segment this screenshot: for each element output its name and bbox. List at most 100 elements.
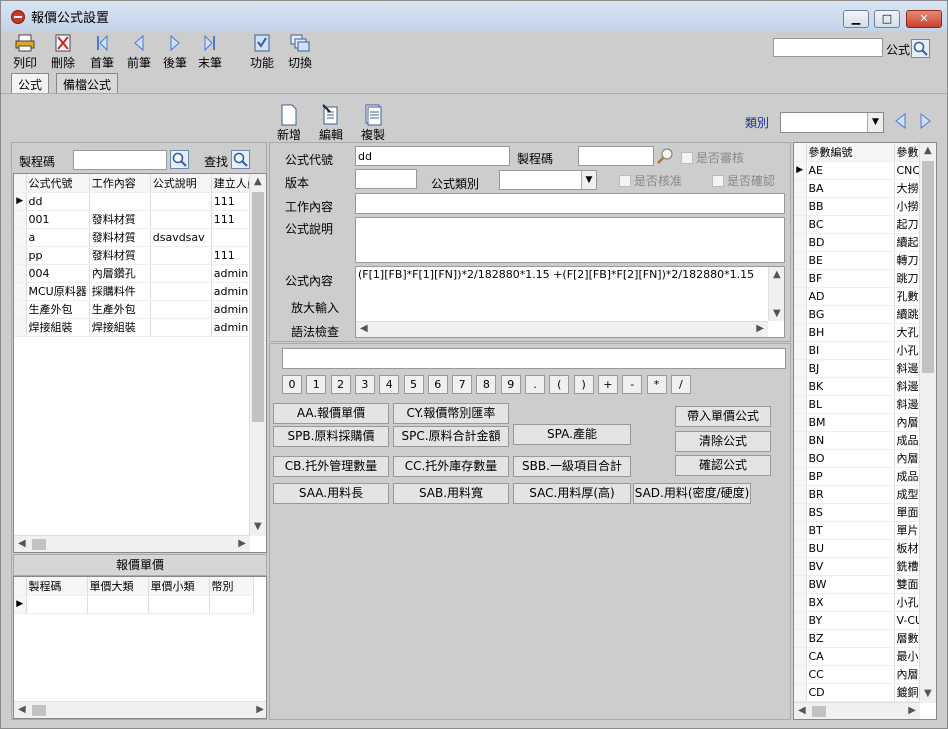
col-header-param-code[interactable]: 參數編號 [806,143,895,162]
table-cell[interactable]: BP [806,467,895,486]
table-cell[interactable]: BA [806,179,895,198]
table-row[interactable]: BD 續起 [794,233,931,252]
table-cell[interactable]: BV [806,557,895,576]
keypad-key[interactable]: 4 [379,375,400,394]
keypad-key[interactable]: 7 [452,375,473,394]
table-cell[interactable]: AE [806,161,895,180]
table-row[interactable]: BX 小孔 [794,593,931,612]
params-vscroll[interactable]: ▲ ▼ [919,143,936,703]
table-row[interactable]: BZ 層數 [794,629,931,648]
table-cell[interactable]: 內層鑽孔 [89,264,151,283]
process-lookup-icon[interactable] [656,147,676,165]
col-header-price-major[interactable]: 單價大類 [87,577,149,596]
table-cell[interactable]: CD [806,683,895,702]
syntax-check-link[interactable]: 語法檢查 [291,323,339,340]
cy-rate-button[interactable]: CY.報價幣別匯率 [393,403,509,424]
content-hscroll[interactable]: ◀ ▶ [356,321,768,337]
scroll-up-icon[interactable]: ▲ [773,269,781,280]
scroll-right-icon[interactable]: ▶ [256,704,264,715]
table-row[interactable]: 焊接組裝 焊接組裝 admin [14,318,261,337]
table-cell[interactable]: 發料材質 [89,210,151,229]
table-cell[interactable]: BY [806,611,895,630]
table-cell[interactable]: 焊接組裝 [89,318,151,337]
table-cell[interactable]: BD [806,233,895,252]
table-row[interactable]: BU 板材 [794,539,931,558]
edit-button[interactable]: 編輯 [319,104,343,143]
table-cell[interactable]: MCU原料器 [26,282,90,301]
scroll-down-icon[interactable]: ▼ [924,688,932,699]
scroll-right-icon[interactable]: ▶ [238,538,246,549]
first-record-button[interactable]: 首筆 [90,34,114,71]
table-cell[interactable]: BN [806,431,895,450]
spb-purchase-button[interactable]: SPB.原料採購價 [273,426,389,447]
keypad-key[interactable]: 3 [354,375,375,394]
content-vscroll[interactable]: ▲ ▼ [768,267,784,321]
table-row[interactable]: BR 成型 [794,485,931,504]
next-record-button[interactable]: 後筆 [163,34,187,71]
keypad-key[interactable]: . [525,375,545,394]
table-cell[interactable]: BT [806,521,895,540]
table-row[interactable]: BL 斜邊 [794,395,931,414]
table-cell[interactable]: BK [806,377,895,396]
cb-outsource-button[interactable]: CB.托外管理數量 [273,456,389,477]
next-category-icon[interactable] [917,112,933,130]
scroll-left-icon[interactable]: ◀ [360,323,368,334]
scroll-thumb[interactable] [32,539,46,550]
work-field[interactable] [355,193,785,214]
scroll-thumb[interactable] [812,706,826,717]
table-cell[interactable]: BZ [806,629,895,648]
table-row[interactable]: BG 續跳 [794,305,931,324]
table-cell[interactable] [89,192,151,211]
keypad-key[interactable]: 9 [500,375,521,394]
scroll-left-icon[interactable]: ◀ [18,538,26,549]
table-cell[interactable]: BG [806,305,895,324]
confirm-formula-button[interactable]: 確認公式 [675,455,771,476]
col-header-code[interactable]: 公式代號 [26,174,90,193]
table-row[interactable]: CC 內層 [794,665,931,684]
table-cell[interactable] [150,210,212,229]
col-header-currency[interactable]: 幣別 [209,577,254,596]
keypad-key[interactable]: 2 [330,375,351,394]
scroll-down-icon[interactable]: ▼ [254,521,262,532]
table-row[interactable]: BY V-CU [794,611,931,630]
table-row[interactable]: BP 成品 [794,467,931,486]
table-cell[interactable]: BU [806,539,895,558]
left-process-search-button[interactable] [170,150,189,169]
last-record-button[interactable]: 末筆 [198,34,222,71]
table-row[interactable]: BB 小撈 [794,197,931,216]
scroll-right-icon[interactable]: ▶ [908,705,916,716]
table-cell[interactable]: 焊接組裝 [26,318,90,337]
table-cell[interactable]: 001 [26,210,90,229]
confirm-checkbox[interactable]: 是否確認 [712,172,775,189]
table-row[interactable]: CD 鍍銅 [794,683,931,702]
table-cell[interactable]: dsavdsav [150,228,212,247]
form-process-field[interactable] [578,146,654,166]
scroll-thumb[interactable] [32,705,46,716]
review-checkbox-box[interactable] [681,152,693,164]
keypad-key[interactable]: / [670,375,691,394]
version-field[interactable] [355,169,417,189]
keypad-key[interactable]: 5 [403,375,424,394]
table-row[interactable]: BF 跳刀 [794,269,931,288]
prev-record-button[interactable]: 前筆 [127,34,151,71]
sbb-total-button[interactable]: SBB.一級項目合計 [513,456,631,477]
table-cell[interactable]: BI [806,341,895,360]
table-cell[interactable]: BW [806,575,895,594]
builder-input[interactable] [282,348,786,369]
content-field[interactable]: (F[1][FB]*F[1][FN])*2/182880*1.15 +(F[2]… [355,266,785,338]
add-button[interactable]: 新增 [277,104,301,143]
table-cell[interactable]: BM [806,413,895,432]
scroll-thumb[interactable] [252,192,264,422]
category-select[interactable]: ▼ [780,112,884,133]
formula-search-button[interactable] [911,39,930,58]
table-row[interactable]: BO 內層 [794,449,931,468]
saa-length-button[interactable]: SAA.用料長 [273,483,389,504]
table-cell[interactable]: CA [806,647,895,666]
keypad-key[interactable]: ) [573,375,594,394]
find-button[interactable] [231,150,250,169]
sad-density-button[interactable]: SAD.用料(密度/硬度) [633,483,751,504]
table-row[interactable]: 生產外包 生產外包 admin [14,300,261,319]
table-cell[interactable]: BR [806,485,895,504]
code-field[interactable] [355,146,510,166]
table-cell[interactable]: BL [806,395,895,414]
